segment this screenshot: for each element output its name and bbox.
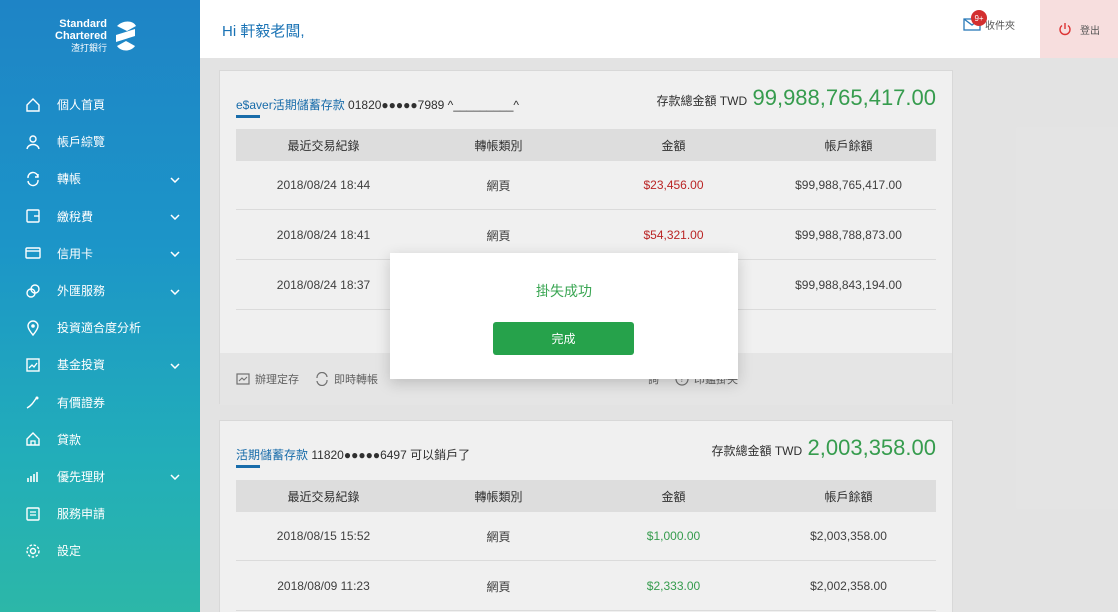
sidebar: Standard Chartered 渣打銀行 個人首頁 帳戶綜覽 轉帳 繳稅費 bbox=[0, 0, 200, 612]
sidebar-item-fund[interactable]: 基金投資 bbox=[0, 346, 200, 383]
logout-button[interactable]: 登出 bbox=[1040, 0, 1118, 58]
chevron-down-icon bbox=[170, 469, 180, 483]
sidebar-item-suitability[interactable]: 投資適合度分析 bbox=[0, 309, 200, 346]
sidebar-item-credit-card[interactable]: 信用卡 bbox=[0, 235, 200, 272]
application-icon bbox=[24, 505, 42, 523]
dialog-message: 掛失成功 bbox=[536, 283, 592, 299]
fund-icon bbox=[24, 356, 42, 374]
brand-logo[interactable]: Standard Chartered 渣打銀行 bbox=[55, 18, 139, 54]
loan-icon bbox=[24, 430, 42, 448]
sidebar-item-transfer[interactable]: 轉帳 bbox=[0, 160, 200, 197]
chevron-down-icon bbox=[170, 358, 180, 372]
inbox-button[interactable]: 9+ 收件夾 bbox=[963, 10, 1015, 32]
gear-icon bbox=[24, 542, 42, 560]
forex-icon bbox=[24, 282, 42, 300]
chevron-down-icon bbox=[170, 246, 180, 260]
sidebar-item-securities[interactable]: 有價證券 bbox=[0, 384, 200, 421]
greeting: Hi 軒毅老闆, bbox=[222, 23, 305, 40]
sidebar-item-bills[interactable]: 繳稅費 bbox=[0, 198, 200, 235]
done-button[interactable]: 完成 bbox=[493, 322, 634, 355]
sidebar-item-forex[interactable]: 外匯服務 bbox=[0, 272, 200, 309]
top-bar: Hi 軒毅老闆, 9+ 收件夾 登出 bbox=[200, 0, 1118, 58]
credit-card-icon bbox=[24, 244, 42, 262]
securities-icon bbox=[24, 393, 42, 411]
standard-chartered-logo-icon bbox=[115, 21, 136, 51]
sidebar-item-account-overview[interactable]: 帳戶綜覽 bbox=[0, 123, 200, 160]
inbox-badge: 9+ bbox=[971, 10, 987, 26]
chevron-down-icon bbox=[170, 284, 180, 298]
sidebar-item-application[interactable]: 服務申請 bbox=[0, 495, 200, 532]
bill-icon bbox=[24, 207, 42, 225]
sidebar-item-settings[interactable]: 設定 bbox=[0, 532, 200, 569]
priority-icon bbox=[24, 467, 42, 485]
sidebar-item-priority[interactable]: 優先理財 bbox=[0, 458, 200, 495]
person-icon bbox=[24, 133, 42, 151]
transfer-icon bbox=[24, 170, 42, 188]
sidebar-item-home[interactable]: 個人首頁 bbox=[0, 86, 200, 123]
sidebar-nav: 個人首頁 帳戶綜覽 轉帳 繳稅費 信用卡 外匯服務 投資適合度分析 基金投資 有… bbox=[0, 86, 200, 569]
sidebar-item-loan[interactable]: 貸款 bbox=[0, 421, 200, 458]
chevron-down-icon bbox=[170, 172, 180, 186]
chevron-down-icon bbox=[170, 209, 180, 223]
home-icon bbox=[24, 96, 42, 114]
pin-icon bbox=[24, 319, 42, 337]
success-dialog: 掛失成功 完成 bbox=[390, 253, 738, 379]
power-icon bbox=[1059, 23, 1071, 36]
